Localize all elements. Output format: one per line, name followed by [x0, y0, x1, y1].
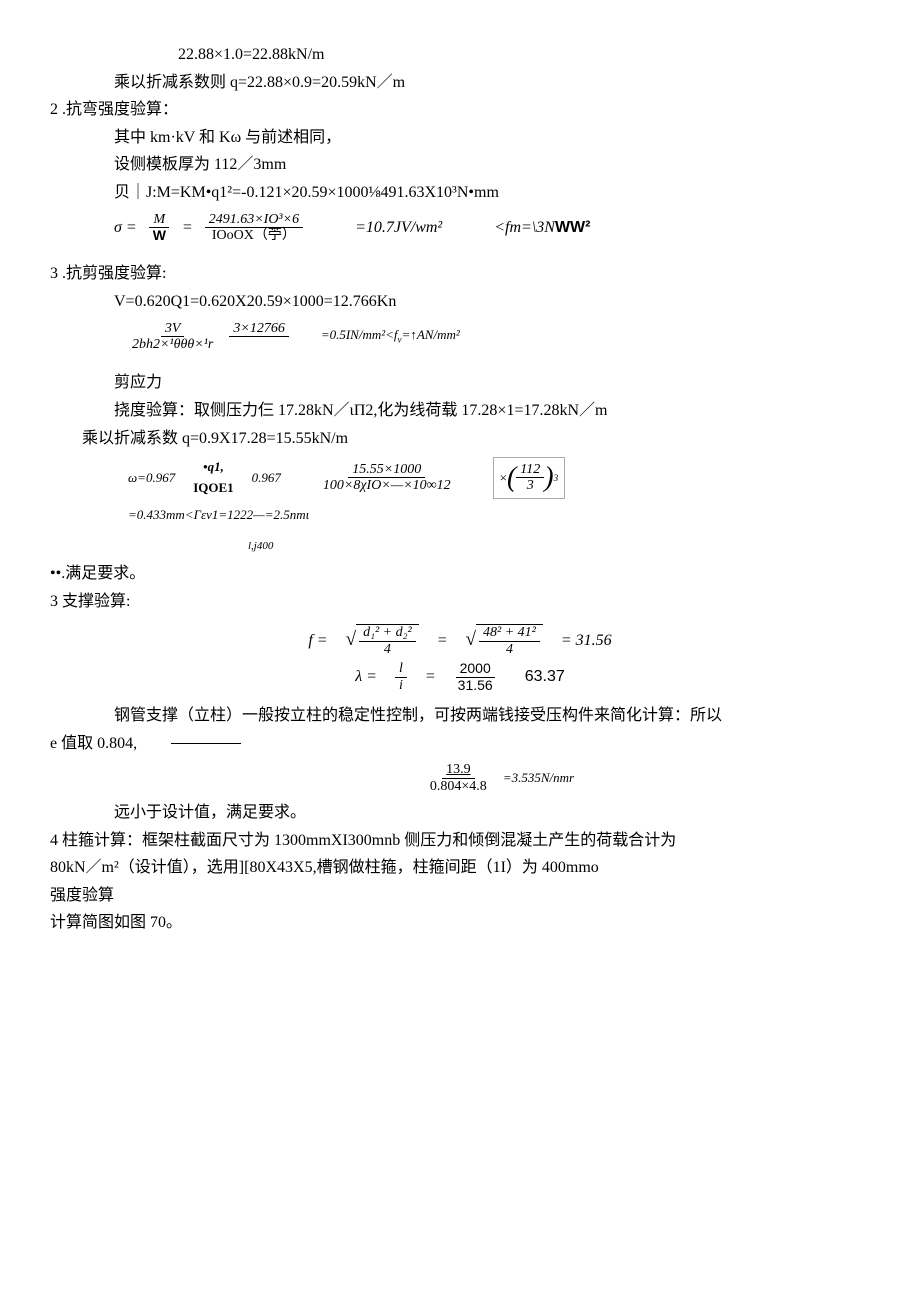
paren-cube: × ( 112 3 ) 3 — [493, 457, 566, 499]
omega-v: 0.967 — [252, 468, 281, 489]
frac: 3V 2bh2×¹θθθ×¹r — [128, 321, 217, 353]
omega-result: =0.433mm<Γεv1=1222—=2.5nmι l,j400 — [50, 505, 870, 555]
line: 钢管支撑（立柱）一般按立柱的稳定性控制，可按两端钱接受压构件来简化计算：所以 — [50, 703, 870, 729]
den: 0.804×4.8 — [426, 779, 491, 794]
num: l — [395, 661, 407, 677]
line: V=0.620Q1=0.620X20.59×1000=12.766Kn — [50, 289, 870, 315]
f-eq: f = — [308, 628, 327, 654]
lambda-res: 63.37 — [525, 664, 565, 690]
blank-underline — [171, 743, 241, 744]
num: 112 — [516, 462, 544, 478]
line: 挠度验算：取侧压力仨 17.28kN／ιΠ2,化为线荷载 17.28×1=17.… — [50, 398, 870, 424]
den — [253, 337, 265, 352]
line: 其中 km·kV 和 Kω 与前述相同， — [50, 125, 870, 151]
result: =3.535N/nmr — [503, 768, 574, 789]
line: 80kN／m²（设计值），选用][80X43X5,槽钢做柱箍，柱箍间距（1I）为… — [50, 855, 870, 881]
den: W — [149, 228, 170, 243]
omega-iqo: IQOE1 — [193, 478, 233, 499]
lambda-eq: λ = — [355, 664, 377, 690]
den: i — [395, 678, 407, 693]
sigma-formula: σ = M W = 2491.63×IO³×6 IOoOX（苧） =10.7JV… — [50, 212, 870, 244]
den: 4 — [502, 642, 517, 657]
num: d₁² + d₂² — [359, 625, 416, 641]
sec3-title: 3 .抗剪强度验算: — [50, 261, 870, 287]
exp: 3 — [554, 471, 559, 486]
den: 31.56 — [454, 678, 497, 693]
line: 贝｜J:M=KM•q1²=-0.121×20.59×1000⅛491.63X10… — [50, 180, 870, 206]
den: 2bh2×¹θθθ×¹r — [128, 337, 217, 352]
sigma-symbol: σ = — [114, 215, 137, 241]
den: 4 — [380, 642, 395, 657]
sec4-title: 3 支撑验算: — [50, 589, 870, 615]
eq: = — [182, 215, 193, 241]
line: 剪应力 — [50, 370, 870, 396]
sec2-title: 2 .抗弯强度验算： — [50, 97, 870, 123]
omega-q: •q1, — [203, 457, 224, 478]
line: 4 柱箍计算：框架柱截面尺寸为 1300mmXI300mnb 侧压力和倾倒混凝土… — [50, 828, 870, 854]
omega-formula: ω=0.967 •q1, IQOE1 0.967 15.55×1000 100×… — [50, 457, 870, 499]
num: 3×12766 — [229, 321, 288, 337]
den: 100×8χIO×—×10∞12 — [319, 478, 455, 493]
condition: <fm=\3NWW² — [494, 215, 590, 241]
num: 3V — [161, 321, 185, 337]
line: 远小于设计值，满足要求。 — [50, 800, 870, 826]
frac: 2491.63×IO³×6 IOoOX（苧） — [205, 212, 303, 244]
line: e 值取 0.804, — [50, 731, 870, 757]
sub: l,j400 — [248, 538, 273, 556]
frac: 15.55×1000 100×8χIO×—×10∞12 — [319, 462, 455, 494]
text: e 值取 0.804, — [50, 735, 137, 752]
result: =0.433mm<Γεv1=1222—=2.5nmι — [128, 505, 309, 526]
result: =10.7JV/wm² — [355, 215, 442, 241]
line: 设侧模板厚为 112／3mm — [50, 152, 870, 178]
line: ••.满足要求。 — [50, 561, 870, 587]
num: 2000 — [456, 661, 495, 677]
sqrt: 48² + 41² 4 — [465, 624, 542, 657]
line: 计算简图如图 70。 — [50, 910, 870, 936]
tau-formula: 3V 2bh2×¹θθθ×¹r 3×12766 =0.5IN/mm²<fv=↑A… — [50, 321, 870, 353]
num: M — [149, 212, 169, 228]
omega: ω=0.967 — [128, 468, 175, 489]
e-formula: 13.9 0.804×4.8 =3.535N/nmr — [130, 762, 870, 794]
num: 15.55×1000 — [348, 462, 425, 478]
result: =0.5IN/mm²<fv=↑AN/mm² — [321, 325, 460, 347]
line: 强度验算 — [50, 883, 870, 909]
f-formula: f = d₁² + d₂² 4 = 48² + 41² 4 = 31.56 λ … — [50, 624, 870, 693]
num: 13.9 — [442, 762, 475, 778]
frac: 3×12766 — [229, 321, 288, 353]
den: 3 — [523, 478, 538, 493]
line: 乘以折减系数则 q=22.88×0.9=20.59kN／m — [50, 70, 870, 96]
line: 乘以折减系数 q=0.9X17.28=15.55kN/m — [50, 426, 870, 452]
line: 22.88×1.0=22.88kN/m — [50, 42, 870, 68]
frac: M W — [149, 212, 170, 244]
num: 2491.63×IO³×6 — [205, 212, 303, 228]
f-res: = 31.56 — [561, 628, 612, 654]
num: 48² + 41² — [479, 625, 540, 641]
sqrt: d₁² + d₂² 4 — [346, 624, 419, 657]
den: IOoOX（苧） — [208, 228, 300, 243]
